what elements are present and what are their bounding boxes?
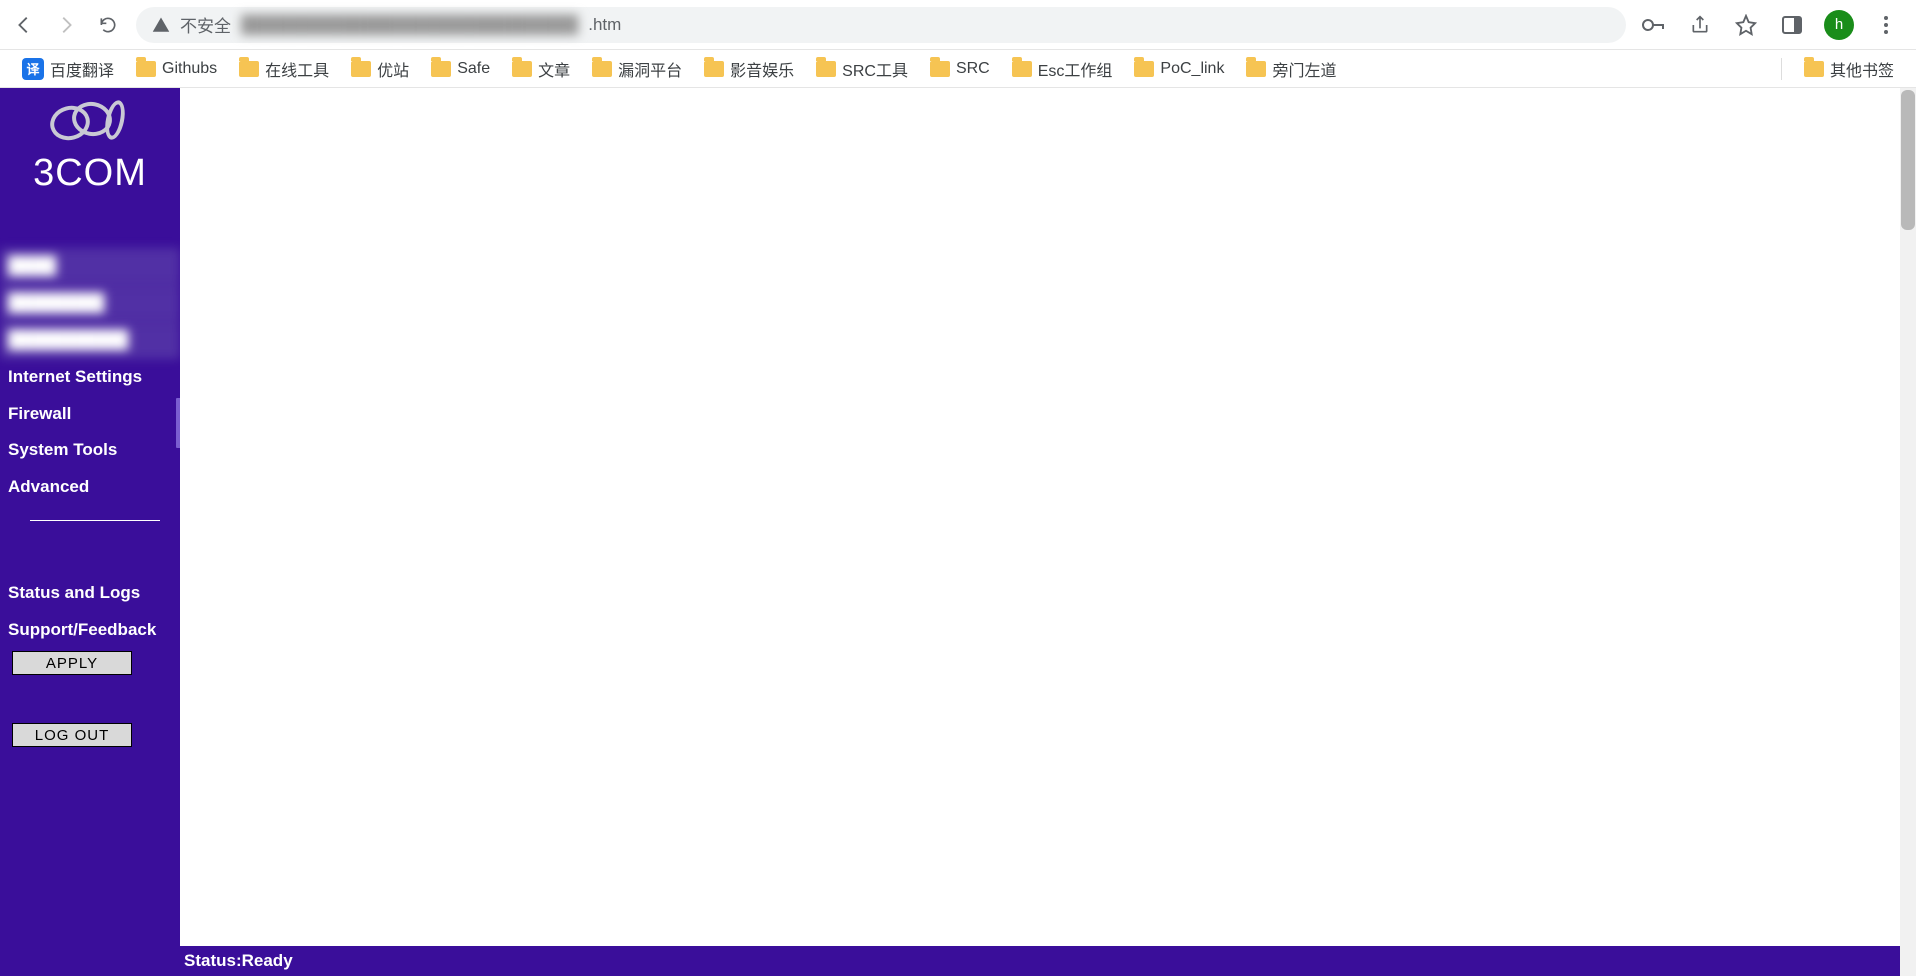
- bookmark-item[interactable]: PoC_link: [1126, 56, 1232, 82]
- folder-icon: [1134, 61, 1154, 77]
- nav-item[interactable]: Internet Settings: [0, 359, 180, 396]
- bookmark-label: 旁门左道: [1272, 57, 1336, 81]
- browser-right-controls: h: [1640, 10, 1906, 40]
- bookmark-star-button[interactable]: [1732, 11, 1760, 39]
- bookmark-label: PoC_link: [1160, 60, 1224, 78]
- vertical-scrollbar[interactable]: [1900, 88, 1916, 976]
- folder-icon: [136, 61, 156, 77]
- nav-divider: [30, 520, 160, 521]
- password-key-button[interactable]: [1640, 11, 1668, 39]
- folder-icon: [592, 61, 612, 77]
- bookmark-item[interactable]: Esc工作组: [1004, 53, 1121, 85]
- bookmark-item[interactable]: 文章: [504, 53, 578, 85]
- scrollbar-thumb[interactable]: [1901, 90, 1915, 230]
- bookmark-item[interactable]: 在线工具: [231, 53, 337, 85]
- bookmark-label: Githubs: [162, 60, 217, 78]
- nav-item[interactable]: ████: [0, 248, 180, 285]
- folder-icon: [351, 61, 371, 77]
- folder-icon: [1246, 61, 1266, 77]
- nav-item[interactable]: Firewall: [0, 396, 180, 433]
- nav-forward-button[interactable]: [52, 11, 80, 39]
- reload-icon: [98, 15, 118, 35]
- nav-item[interactable]: Advanced: [0, 469, 180, 506]
- apply-button[interactable]: APPLY: [12, 651, 132, 675]
- star-icon: [1735, 14, 1757, 36]
- bookmarks-overflow[interactable]: 其他书签: [1796, 53, 1902, 85]
- primary-nav: ██████████████████████Internet SettingsF…: [0, 248, 180, 506]
- app-viewport: 3COM ██████████████████████Internet Sett…: [0, 88, 1916, 976]
- insecure-warning-icon: [152, 16, 170, 34]
- bookmark-label: 在线工具: [265, 57, 329, 81]
- url-visible-suffix: .htm: [588, 15, 621, 35]
- browser-menu-button[interactable]: [1872, 11, 1900, 39]
- bookmark-label: Safe: [457, 60, 490, 78]
- bookmark-item[interactable]: SRC: [922, 56, 998, 82]
- nav-back-button[interactable]: [10, 11, 38, 39]
- bookmark-item[interactable]: Githubs: [128, 56, 225, 82]
- url-obscured: ████████████████████████████: [241, 15, 578, 35]
- secondary-nav: Status and LogsSupport/Feedback: [0, 575, 180, 649]
- arrow-right-icon: [55, 14, 77, 36]
- browser-toolbar: 不安全 ████████████████████████████ .htm h: [0, 0, 1916, 50]
- nav-item[interactable]: ████████: [0, 285, 180, 322]
- folder-icon: [704, 61, 724, 77]
- rings-icon: [50, 102, 130, 146]
- nav-item-secondary[interactable]: Status and Logs: [0, 575, 180, 612]
- bookmark-item[interactable]: 影音娱乐: [696, 53, 802, 85]
- content-area: [180, 88, 1916, 946]
- folder-icon: [431, 61, 451, 77]
- translate-icon: 译: [22, 58, 44, 80]
- arrow-left-icon: [13, 14, 35, 36]
- bookmark-label: 百度翻译: [50, 57, 114, 81]
- side-panel-button[interactable]: [1778, 11, 1806, 39]
- status-value: Ready: [242, 951, 293, 971]
- profile-avatar[interactable]: h: [1824, 10, 1854, 40]
- brand-text: 3COM: [33, 152, 147, 195]
- bookmark-label: SRC: [956, 60, 990, 78]
- nav-item[interactable]: System Tools: [0, 432, 180, 469]
- avatar-letter: h: [1835, 16, 1843, 33]
- status-bar: Status: Ready: [0, 946, 1916, 976]
- bookmark-item[interactable]: 旁门左道: [1238, 53, 1344, 85]
- security-label: 不安全: [180, 12, 231, 37]
- bookmark-label: 漏洞平台: [618, 57, 682, 81]
- bookmark-item[interactable]: 译百度翻译: [14, 53, 122, 85]
- bookmark-item[interactable]: Safe: [423, 56, 498, 82]
- brand-logo: 3COM: [0, 88, 180, 208]
- key-icon: [1642, 18, 1666, 32]
- nav-item[interactable]: ██████████: [0, 322, 180, 359]
- sidebar: 3COM ██████████████████████Internet Sett…: [0, 88, 180, 946]
- folder-icon: [816, 61, 836, 77]
- reload-button[interactable]: [94, 11, 122, 39]
- bookmark-item[interactable]: SRC工具: [808, 53, 916, 85]
- folder-icon: [239, 61, 259, 77]
- app-body: 3COM ██████████████████████Internet Sett…: [0, 88, 1916, 946]
- folder-icon: [512, 61, 532, 77]
- bookmark-label: 文章: [538, 57, 570, 81]
- bookmark-label: 影音娱乐: [730, 57, 794, 81]
- kebab-icon: [1883, 15, 1889, 35]
- bookmarks-overflow-label: 其他书签: [1830, 57, 1894, 81]
- share-button[interactable]: [1686, 11, 1714, 39]
- logout-button[interactable]: LOG OUT: [12, 723, 132, 747]
- bookmark-label: SRC工具: [842, 57, 908, 81]
- bookmark-item[interactable]: 漏洞平台: [584, 53, 690, 85]
- bookmark-label: 优站: [377, 57, 409, 81]
- bookmark-item[interactable]: 优站: [343, 53, 417, 85]
- folder-icon: [1804, 61, 1824, 77]
- bookmark-label: Esc工作组: [1038, 57, 1113, 81]
- address-bar[interactable]: 不安全 ████████████████████████████ .htm: [136, 7, 1626, 43]
- nav-item-secondary[interactable]: Support/Feedback: [0, 612, 180, 649]
- folder-icon: [930, 61, 950, 77]
- folder-icon: [1012, 61, 1032, 77]
- bookmarks-bar: 译百度翻译 Githubs 在线工具 优站 Safe 文章 漏洞平台 影音娱乐 SRC工具 SRC…: [0, 50, 1916, 88]
- panel-icon: [1782, 16, 1802, 34]
- share-icon: [1690, 15, 1710, 35]
- status-prefix: Status:: [184, 951, 242, 971]
- bookmarks-divider: [1781, 58, 1782, 80]
